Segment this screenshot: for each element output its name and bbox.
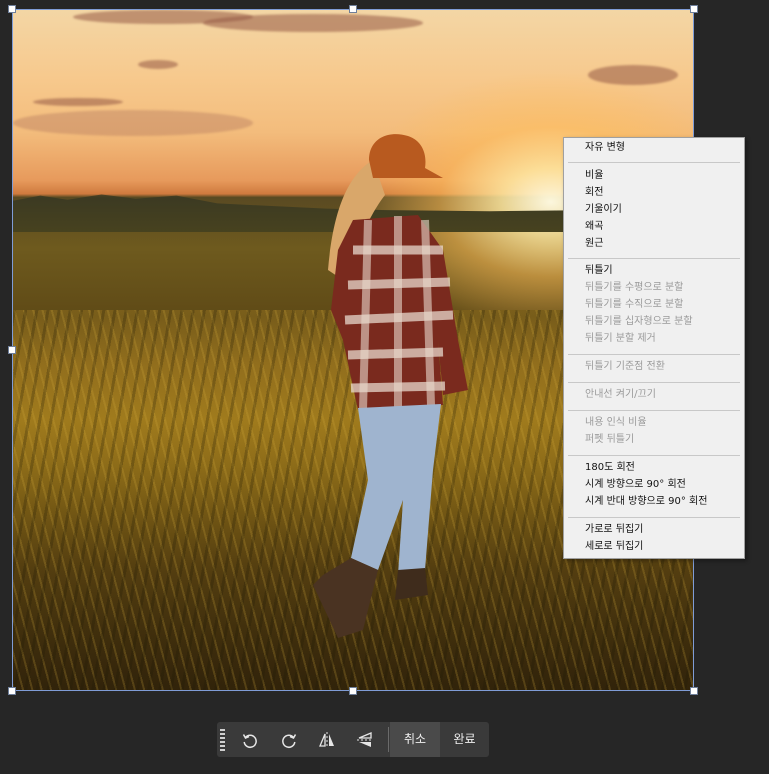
menu-item-warp[interactable]: 뒤틀기 bbox=[585, 263, 613, 279]
menu-item-split-warp-crosswise: 뒤틀기를 십자형으로 분할 bbox=[585, 316, 693, 327]
menu-item-rotate-180[interactable]: 180도 회전 bbox=[585, 460, 635, 476]
menu-separator bbox=[568, 517, 740, 518]
menu-separator bbox=[568, 258, 740, 259]
menu-separator bbox=[568, 354, 740, 355]
rotate-cw-icon bbox=[282, 733, 297, 748]
menu-item-remove-warp-split: 뒤틀기 분할 제거 bbox=[585, 333, 656, 344]
toolbar-divider bbox=[388, 727, 389, 752]
rotate-cw-button[interactable] bbox=[271, 722, 307, 757]
transform-handle-bottom-right[interactable] bbox=[690, 687, 698, 695]
menu-item-toggle-guides: 안내선 켜기/끄기 bbox=[585, 389, 656, 400]
menu-item-toggle-warp-reference: 뒤틀기 기준점 전환 bbox=[585, 361, 665, 372]
cancel-button[interactable]: 취소 bbox=[390, 722, 440, 757]
transform-handle-bottom-center[interactable] bbox=[349, 687, 357, 695]
menu-separator bbox=[568, 382, 740, 383]
menu-item-rotate-90-cw[interactable]: 시계 방향으로 90° 회전 bbox=[585, 477, 686, 493]
done-button[interactable]: 완료 bbox=[440, 722, 489, 757]
flip-horizontal-button[interactable] bbox=[309, 722, 345, 757]
flip-horizontal-icon bbox=[319, 731, 334, 748]
menu-item-distort[interactable]: 왜곡 bbox=[585, 219, 603, 235]
menu-item-flip-horizontal[interactable]: 가로로 뒤집기 bbox=[585, 522, 643, 538]
menu-item-perspective[interactable]: 원근 bbox=[585, 236, 603, 252]
menu-item-skew[interactable]: 기울이기 bbox=[585, 202, 622, 218]
menu-separator bbox=[568, 162, 740, 163]
menu-item-puppet-warp: 퍼펫 뒤틀기 bbox=[585, 434, 635, 445]
menu-item-split-warp-horizontal: 뒤틀기를 수평으로 분할 bbox=[585, 282, 684, 293]
menu-item-free-transform[interactable]: 자유 변형 bbox=[585, 140, 625, 156]
grip-icon[interactable] bbox=[220, 729, 225, 751]
rotate-ccw-button[interactable] bbox=[232, 722, 268, 757]
rotate-ccw-icon bbox=[242, 733, 257, 748]
menu-item-flip-vertical[interactable]: 세로로 뒤집기 bbox=[585, 539, 643, 555]
transform-handle-top-center[interactable] bbox=[349, 5, 357, 13]
menu-item-rotate-90-ccw[interactable]: 시계 반대 방향으로 90° 회전 bbox=[585, 494, 707, 510]
menu-separator bbox=[568, 455, 740, 456]
flip-vertical-button[interactable] bbox=[347, 722, 383, 757]
transform-handle-top-left[interactable] bbox=[8, 5, 16, 13]
transform-handle-middle-left[interactable] bbox=[8, 346, 16, 354]
menu-separator bbox=[568, 410, 740, 411]
contextual-task-bar: 취소 완료 bbox=[217, 722, 489, 757]
menu-item-scale[interactable]: 비율 bbox=[585, 168, 603, 184]
menu-item-content-aware-scale: 내용 인식 비율 bbox=[585, 417, 647, 428]
transform-context-menu: 자유 변형 비율 회전 기울이기 왜곡 원근 뒤틀기 뒤틀기를 수평으로 분할 … bbox=[563, 137, 745, 559]
transform-handle-bottom-left[interactable] bbox=[8, 687, 16, 695]
transform-handle-top-right[interactable] bbox=[690, 5, 698, 13]
flip-vertical-icon bbox=[357, 731, 373, 747]
menu-item-split-warp-vertical: 뒤틀기를 수직으로 분할 bbox=[585, 299, 684, 310]
menu-item-rotate[interactable]: 회전 bbox=[585, 185, 603, 201]
